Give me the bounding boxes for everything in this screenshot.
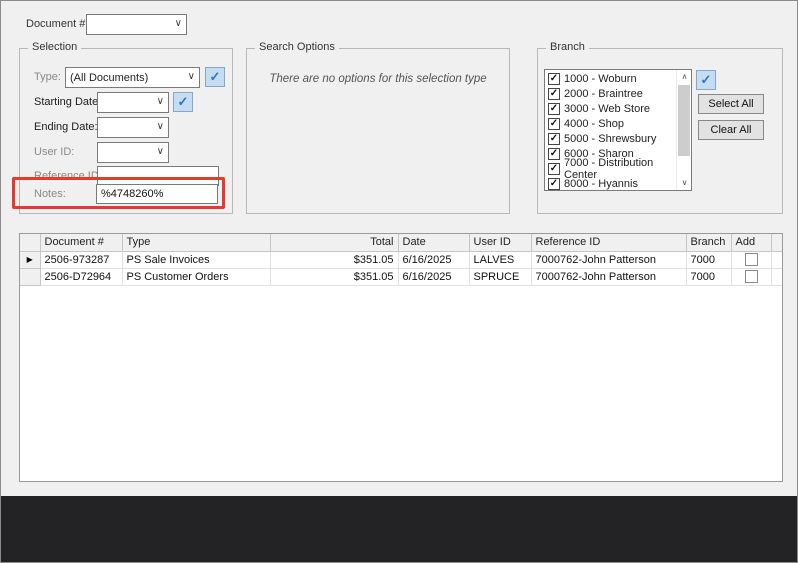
type-dropdown[interactable]: (All Documents) ∨	[65, 67, 200, 88]
cell-branch: 7000	[686, 268, 731, 285]
clear-all-button[interactable]: Clear All	[698, 120, 764, 140]
starting-date-label: Starting Date:	[34, 96, 101, 108]
column-header-filler	[771, 234, 783, 251]
branch-list-item[interactable]: ✓ 4000 - Shop	[545, 116, 675, 131]
chevron-down-icon: ∨	[157, 96, 164, 107]
search-options-group-title: Search Options	[255, 41, 339, 53]
branch-item-label: 1000 - Woburn	[564, 73, 637, 85]
select-all-button[interactable]: Select All	[698, 94, 764, 114]
cell-date: 6/16/2025	[398, 268, 469, 285]
document-selection-window: Document #: ∨ Selection Type: (All Docum…	[0, 0, 798, 563]
reference-id-input[interactable]	[97, 166, 219, 186]
branch-group: Branch ✓ 1000 - Woburn ✓ 2000 - Braintre…	[537, 48, 783, 214]
cell-reference-id: 7000762-John Patterson	[531, 251, 686, 268]
column-header-reference-id[interactable]: Reference ID	[531, 234, 686, 251]
blue-check-icon: ✓	[210, 69, 221, 84]
branch-list-item[interactable]: ✓ 5000 - Shrewsbury	[545, 131, 675, 146]
ending-date-label: Ending Date:	[34, 121, 98, 133]
cell-reference-id: 7000762-John Patterson	[531, 268, 686, 285]
table-row[interactable]: 2506-D72964 PS Customer Orders $351.05 6…	[20, 268, 783, 285]
type-label: Type:	[34, 71, 61, 83]
cell-type: PS Customer Orders	[122, 268, 270, 285]
chevron-down-icon: ∨	[157, 121, 164, 132]
table-row[interactable]: ▶ 2506-973287 PS Sale Invoices $351.05 6…	[20, 251, 783, 268]
chevron-down-icon: ∨	[188, 71, 195, 82]
selection-group-title: Selection	[28, 41, 81, 53]
cell-total: $351.05	[270, 251, 398, 268]
document-number-dropdown[interactable]: ∨	[86, 14, 187, 35]
column-header-branch[interactable]: Branch	[686, 234, 731, 251]
notes-input[interactable]	[96, 184, 218, 204]
scrollbar-thumb[interactable]	[678, 85, 690, 156]
type-value: (All Documents)	[70, 72, 148, 84]
cell-type: PS Sale Invoices	[122, 251, 270, 268]
no-options-message: There are no options for this selection …	[247, 73, 509, 85]
chevron-down-icon: ∨	[175, 18, 182, 29]
column-header-add[interactable]: Add	[731, 234, 771, 251]
column-header-type[interactable]: Type	[122, 234, 270, 251]
branch-listbox: ✓ 1000 - Woburn ✓ 2000 - Braintree ✓ 300…	[544, 69, 692, 191]
notes-label: Notes:	[34, 188, 66, 200]
branch-list-scrollbar[interactable]: ∧ ∨	[676, 70, 691, 190]
scroll-down-icon[interactable]: ∨	[677, 176, 692, 190]
cell-document-number: 2506-D72964	[40, 268, 122, 285]
current-row-arrow-icon: ▶	[20, 251, 40, 268]
ending-date-dropdown[interactable]: ∨	[97, 117, 169, 138]
starting-date-dropdown[interactable]: ∨	[97, 92, 169, 113]
user-id-dropdown[interactable]: ∨	[97, 142, 169, 163]
branch-list-item[interactable]: ✓ 2000 - Braintree	[545, 86, 675, 101]
reference-id-label: Reference ID:	[34, 170, 102, 182]
column-header-date[interactable]: Date	[398, 234, 469, 251]
cell-user-id: LALVES	[469, 251, 531, 268]
column-header-user-id[interactable]: User ID	[469, 234, 531, 251]
row-selector-header	[20, 234, 40, 251]
blue-check-icon: ✓	[701, 72, 712, 87]
grid-header-row: Document # Type Total Date User ID Refer…	[20, 234, 783, 251]
branch-filter-checkbox[interactable]: ✓	[696, 70, 716, 90]
cell-date: 6/16/2025	[398, 251, 469, 268]
starting-date-filter-checkbox[interactable]: ✓	[173, 92, 193, 112]
checkbox-checked-icon[interactable]: ✓	[548, 73, 560, 85]
user-id-label: User ID:	[34, 146, 74, 158]
branch-item-label: 2000 - Braintree	[564, 88, 643, 100]
add-checkbox[interactable]	[745, 253, 758, 266]
checkbox-checked-icon[interactable]: ✓	[548, 163, 560, 175]
branch-list-item[interactable]: ✓ 7000 - Distribution Center	[545, 161, 675, 176]
branch-item-label: 4000 - Shop	[564, 118, 624, 130]
checkbox-checked-icon[interactable]: ✓	[548, 148, 560, 160]
scroll-up-icon[interactable]: ∧	[677, 70, 692, 84]
cell-branch: 7000	[686, 251, 731, 268]
branch-item-label: 3000 - Web Store	[564, 103, 650, 115]
branch-item-label: 8000 - Hyannis	[564, 178, 638, 190]
checkbox-checked-icon[interactable]: ✓	[548, 103, 560, 115]
chevron-down-icon: ∨	[157, 146, 164, 157]
cell-total: $351.05	[270, 268, 398, 285]
column-header-total[interactable]: Total	[270, 234, 398, 251]
add-checkbox[interactable]	[745, 270, 758, 283]
column-header-document[interactable]: Document #	[40, 234, 122, 251]
checkbox-checked-icon[interactable]: ✓	[548, 118, 560, 130]
cell-user-id: SPRUCE	[469, 268, 531, 285]
branch-list-item[interactable]: ✓ 3000 - Web Store	[545, 101, 675, 116]
row-selector-cell	[20, 268, 40, 285]
checkbox-checked-icon[interactable]: ✓	[548, 133, 560, 145]
checkbox-checked-icon[interactable]: ✓	[548, 88, 560, 100]
cell-document-number: 2506-973287	[40, 251, 122, 268]
results-grid: Document # Type Total Date User ID Refer…	[19, 233, 783, 482]
checkbox-checked-icon[interactable]: ✓	[548, 178, 560, 190]
search-options-group: Search Options There are no options for …	[246, 48, 510, 214]
branch-group-title: Branch	[546, 41, 589, 53]
type-filter-checkbox[interactable]: ✓	[205, 67, 225, 87]
branch-item-label: 5000 - Shrewsbury	[564, 133, 656, 145]
selection-group: Selection Type: (All Documents) ∨ ✓ Star…	[19, 48, 233, 214]
blue-check-icon: ✓	[178, 94, 189, 109]
document-number-label: Document #:	[26, 18, 88, 30]
branch-list-item[interactable]: ✓ 1000 - Woburn	[545, 71, 675, 86]
function-key-bar: F1 Next F2 Import F3 Style F4 F5 Attach …	[1, 496, 797, 562]
